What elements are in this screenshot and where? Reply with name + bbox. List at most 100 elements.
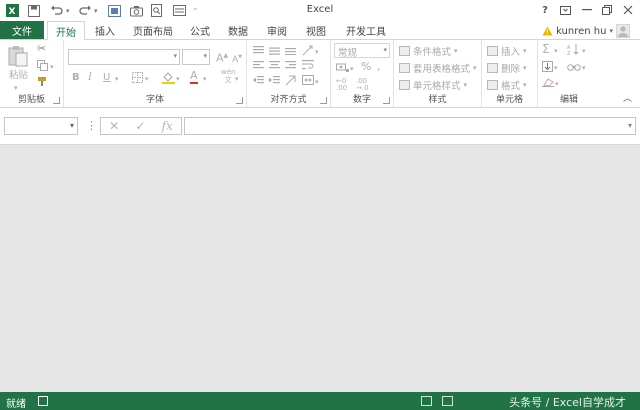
text-direction-icon[interactable]: [285, 75, 296, 90]
copy-dropdown-icon[interactable]: ▾: [50, 61, 54, 73]
format-painter-icon[interactable]: [37, 76, 48, 91]
font-size-select[interactable]: ▾: [182, 49, 210, 65]
tab-file[interactable]: 文件: [0, 21, 44, 39]
sort-filter-dropdown-icon[interactable]: ▾: [582, 45, 586, 57]
comma-style-button[interactable]: ,: [377, 61, 381, 73]
tab-insert[interactable]: 插入: [88, 21, 122, 39]
insert-function-icon[interactable]: fx: [162, 119, 173, 133]
shrink-font-icon[interactable]: A▼: [232, 51, 242, 66]
cut-icon[interactable]: ✂: [37, 43, 46, 55]
underline-dropdown-icon[interactable]: ▾: [115, 73, 119, 85]
format-cells-button[interactable]: 格式 ▾: [487, 78, 527, 92]
phonetic-guide-icon[interactable]: wén 文: [221, 68, 235, 84]
tab-view[interactable]: 视图: [300, 21, 332, 39]
align-right-icon[interactable]: [285, 61, 296, 74]
tab-formulas[interactable]: 公式: [184, 21, 216, 39]
record-macro-icon[interactable]: [38, 396, 48, 406]
align-left-icon[interactable]: [253, 61, 264, 74]
formula-buttons: ✕ ✓ fx: [100, 117, 182, 135]
orientation-dropdown-icon[interactable]: ▾: [315, 46, 319, 58]
autosum-icon[interactable]: Σ: [542, 43, 550, 55]
align-top-icon[interactable]: [253, 46, 264, 59]
italic-button[interactable]: I: [88, 72, 92, 84]
help-button[interactable]: ?: [536, 2, 554, 18]
formula-bar-grip-icon[interactable]: ⋮: [86, 119, 97, 132]
delete-cells-button[interactable]: 删除 ▾: [487, 61, 527, 75]
tab-review[interactable]: 审阅: [261, 21, 293, 39]
minimize-icon[interactable]: [578, 2, 596, 18]
formula-input[interactable]: ▾: [184, 117, 636, 135]
underline-button[interactable]: U: [103, 72, 110, 84]
confirm-entry-icon[interactable]: ✓: [135, 119, 145, 133]
ribbon-tab-bar: 文件 开始 插入 页面布局 公式 数据 审阅 视图 开发工具 kunren hu…: [0, 21, 640, 40]
close-icon[interactable]: [619, 2, 637, 18]
align-bottom-icon[interactable]: [285, 46, 296, 59]
page-layout-view-icon[interactable]: [442, 396, 453, 406]
group-number: 常规 ▾ ▾ % , ←0.00 .00 →.0 数字: [331, 40, 394, 107]
avatar: [616, 24, 630, 38]
percent-style-button[interactable]: %: [361, 61, 371, 73]
copy-icon[interactable]: [37, 60, 48, 75]
font-launcher-icon[interactable]: [236, 97, 243, 104]
autosum-dropdown-icon[interactable]: ▾: [554, 45, 558, 57]
wrap-text-icon[interactable]: [302, 60, 314, 74]
font-color-dropdown-icon[interactable]: ▾: [203, 73, 207, 85]
delete-cells-icon: [487, 63, 498, 73]
borders-dropdown-icon[interactable]: ▾: [145, 73, 149, 85]
align-middle-icon[interactable]: [269, 46, 280, 59]
increase-decimal-icon[interactable]: ←0.00: [336, 78, 347, 92]
cancel-entry-icon[interactable]: ✕: [109, 119, 119, 133]
user-account[interactable]: kunren hu ▾: [542, 24, 630, 38]
normal-view-icon[interactable]: [421, 396, 432, 406]
grow-font-icon[interactable]: A▲: [216, 50, 228, 65]
borders-icon[interactable]: [132, 72, 143, 87]
status-ready-text: 就绪: [6, 399, 26, 410]
insert-cells-button[interactable]: 插入 ▾: [487, 44, 527, 58]
bold-button[interactable]: B: [72, 72, 80, 84]
format-as-table-icon: [399, 63, 410, 73]
restore-icon[interactable]: [598, 2, 616, 18]
collapse-ribbon-icon[interactable]: ︿: [623, 91, 632, 104]
ribbon-display-options-icon[interactable]: [556, 2, 574, 18]
tab-page-layout[interactable]: 页面布局: [127, 21, 179, 39]
warning-icon: [542, 26, 553, 36]
find-select-icon[interactable]: [567, 60, 581, 76]
user-name: kunren hu: [556, 25, 607, 37]
font-color-icon[interactable]: A: [190, 70, 198, 84]
increase-indent-icon[interactable]: [269, 76, 280, 89]
sort-filter-icon[interactable]: AZ: [567, 44, 581, 59]
ribbon: 粘贴 ▾ ✂ ▾ 剪贴板 ▾ ▾ A▲ A▼ B I U ▾ ▾ ▾ A ▾ w…: [0, 39, 640, 108]
phonetic-dropdown-icon[interactable]: ▾: [235, 73, 239, 85]
merge-dropdown-icon[interactable]: ▾: [315, 76, 319, 88]
name-box[interactable]: ▾: [4, 117, 78, 135]
number-launcher-icon[interactable]: [383, 97, 390, 104]
tab-home[interactable]: 开始: [47, 21, 85, 40]
fill-icon[interactable]: [542, 61, 553, 76]
font-name-select[interactable]: ▾: [68, 49, 180, 65]
format-as-table-button[interactable]: 套用表格格式 ▾: [399, 61, 477, 75]
title-bar: X ▾ ▾ ⁼ Excel ?: [0, 0, 640, 21]
find-select-dropdown-icon[interactable]: ▾: [582, 62, 586, 74]
tab-data[interactable]: 数据: [222, 21, 254, 39]
paste-icon[interactable]: [8, 45, 28, 71]
accounting-dropdown-icon[interactable]: ▾: [350, 63, 354, 75]
orientation-icon[interactable]: [302, 45, 314, 60]
merge-center-icon[interactable]: [302, 75, 314, 89]
decrease-decimal-icon[interactable]: .00 →.0: [356, 78, 369, 92]
accounting-format-icon[interactable]: [336, 62, 349, 77]
conditional-formatting-button[interactable]: 条件格式 ▾: [399, 44, 458, 58]
fill-dropdown-icon[interactable]: ▾: [554, 62, 558, 74]
cell-styles-button[interactable]: 单元格样式 ▾: [399, 78, 467, 92]
clear-dropdown-icon[interactable]: ▾: [555, 78, 559, 90]
conditional-formatting-icon: [399, 46, 410, 56]
align-center-icon[interactable]: [269, 61, 280, 74]
fill-color-icon[interactable]: [162, 71, 175, 88]
alignment-launcher-icon[interactable]: [320, 97, 327, 104]
group-label-styles: 样式: [428, 95, 447, 105]
number-format-select[interactable]: 常规 ▾: [334, 43, 390, 59]
clear-icon[interactable]: [542, 77, 554, 91]
tab-developer[interactable]: 开发工具: [340, 21, 392, 39]
clipboard-launcher-icon[interactable]: [53, 97, 60, 104]
decrease-indent-icon[interactable]: [253, 76, 264, 89]
fill-color-dropdown-icon[interactable]: ▾: [176, 73, 180, 85]
